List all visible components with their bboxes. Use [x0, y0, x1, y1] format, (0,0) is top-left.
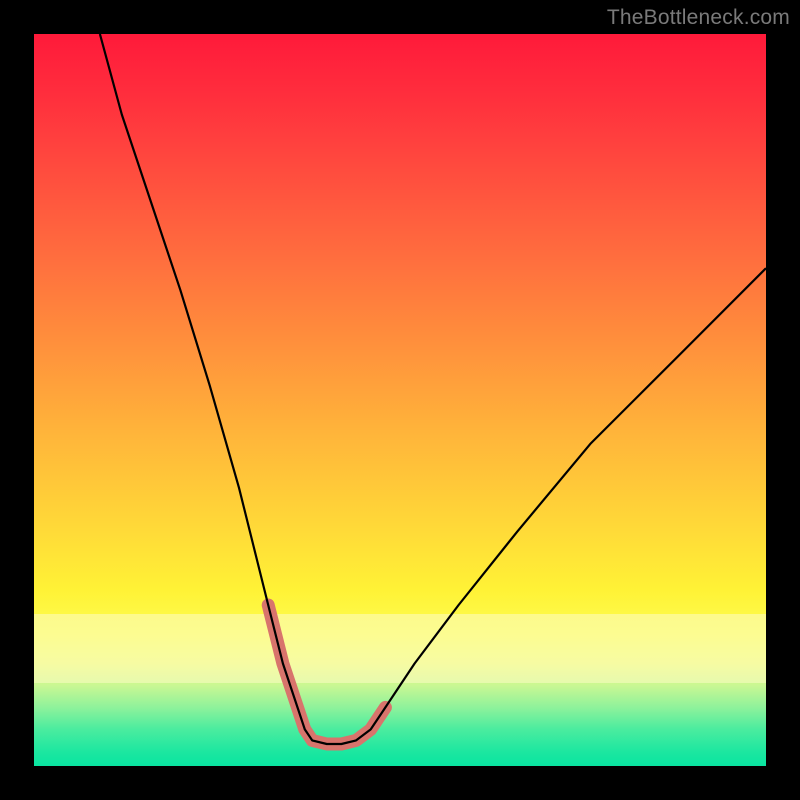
- plot-area: [34, 34, 766, 766]
- curve-layer: [34, 34, 766, 766]
- watermark-text: TheBottleneck.com: [607, 6, 790, 30]
- bottleneck-curve: [100, 34, 766, 744]
- chart-frame: TheBottleneck.com: [0, 0, 800, 800]
